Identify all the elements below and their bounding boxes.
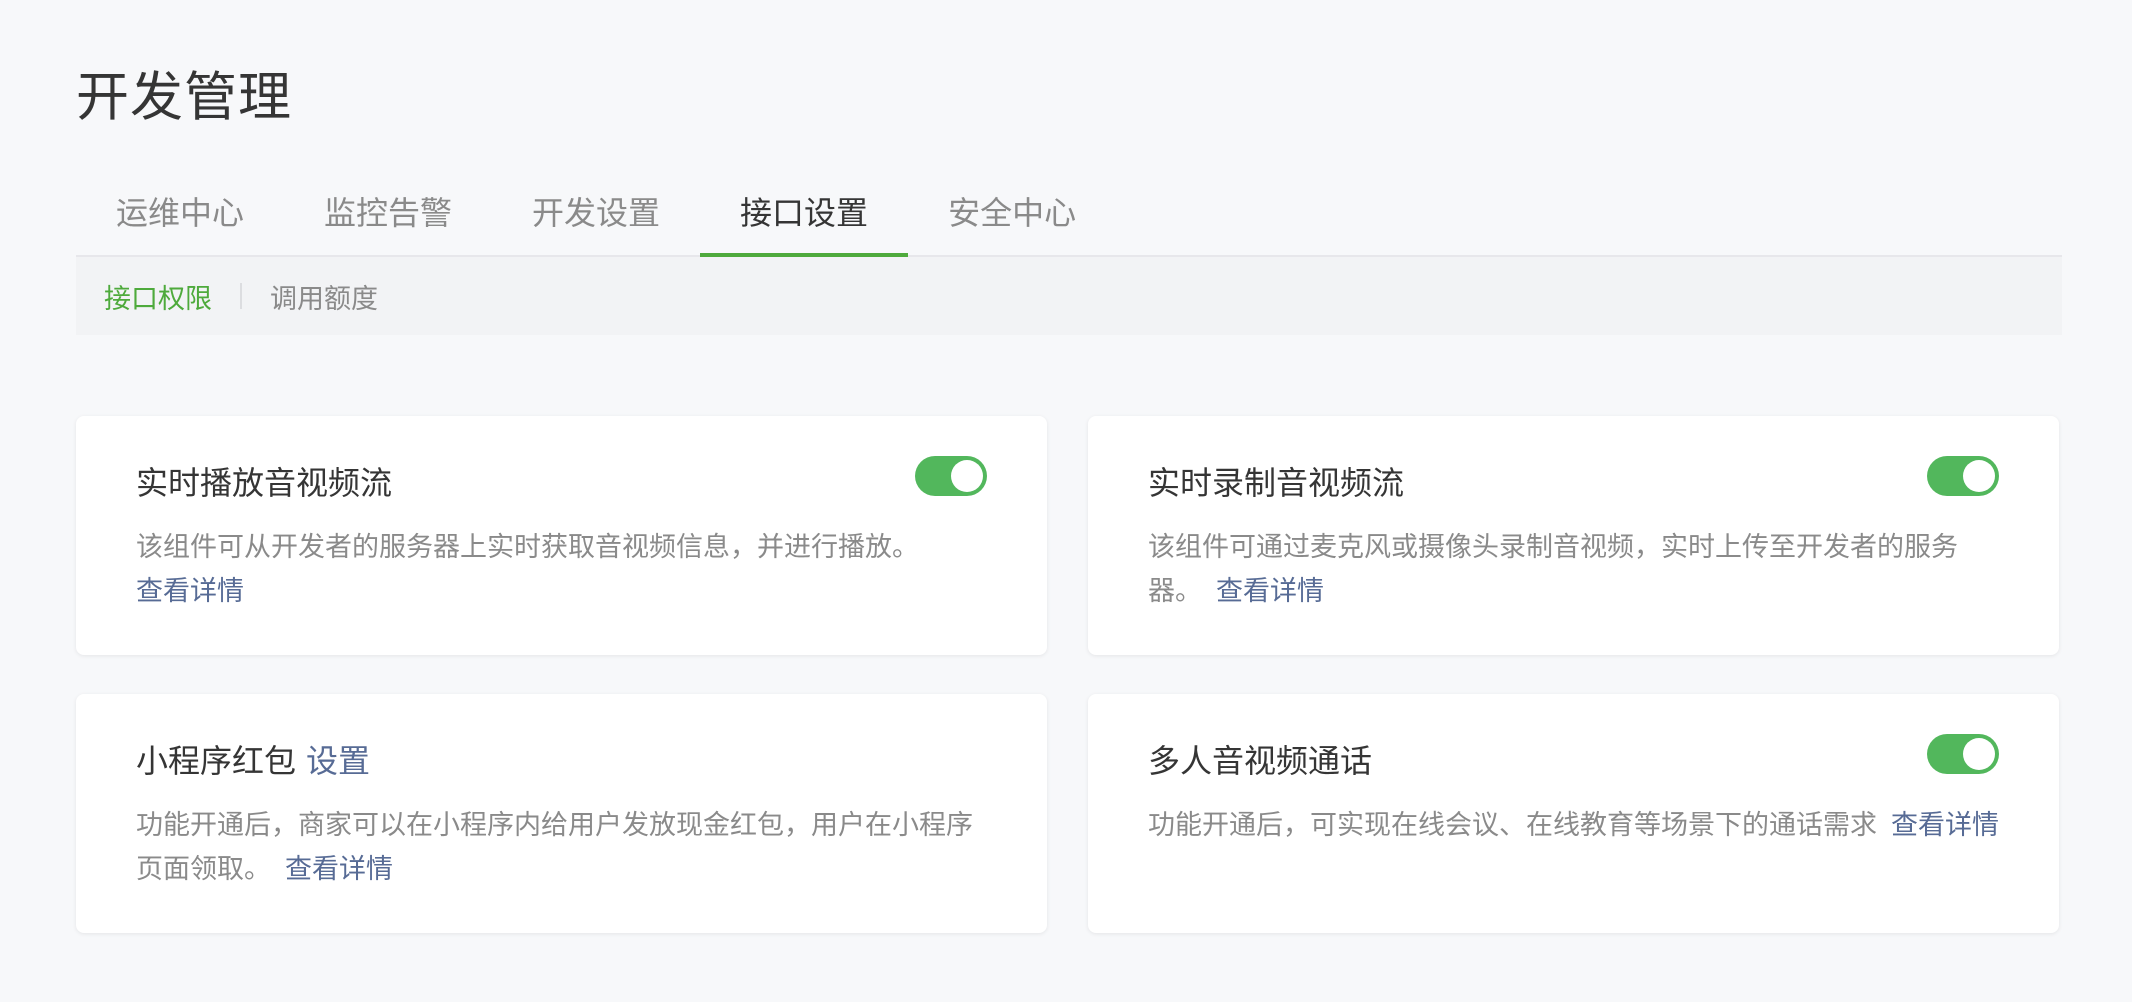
card-title: 多人音视频通话 [1148, 742, 1373, 780]
toggle-knob [1963, 460, 1995, 492]
live-player-toggle[interactable] [915, 456, 987, 496]
view-details-link[interactable]: 查看详情 [285, 854, 393, 885]
subtab-api-permissions[interactable]: 接口权限 [104, 277, 212, 316]
card-description: 该组件可从开发者的服务器上实时获取音视频信息，并进行播放。 查看详情 [136, 526, 987, 614]
card-title: 小程序红包 设置 [136, 738, 370, 784]
page-title: 开发管理 [76, 67, 292, 128]
card-red-packet: 小程序红包 设置 功能开通后，商家可以在小程序内给用户发放现金红包，用户在小程序页… [76, 694, 1047, 933]
card-multi-voip: 多人音视频通话 功能开通后，可实现在线会议、在线教育等场景下的通话需求 查看详情 [1088, 694, 2059, 933]
card-title-text: 小程序红包 [136, 742, 297, 780]
view-details-link[interactable]: 查看详情 [1216, 576, 1324, 607]
multi-voip-toggle[interactable] [1927, 734, 1999, 774]
view-details-link[interactable]: 查看详情 [136, 576, 244, 607]
card-description: 功能开通后，可实现在线会议、在线教育等场景下的通话需求 查看详情 [1148, 804, 1999, 848]
live-pusher-toggle[interactable] [1927, 456, 1999, 496]
sub-tabs: 接口权限 调用额度 [76, 257, 2062, 335]
card-title: 实时录制音视频流 [1148, 464, 1405, 502]
card-description: 该组件可通过麦克风或摄像头录制音视频，实时上传至开发者的服务器。 查看详情 [1148, 526, 1999, 614]
main-tabs: 运维中心 监控告警 开发设置 接口设置 安全中心 [76, 180, 2062, 257]
subtab-call-quota[interactable]: 调用额度 [270, 277, 378, 316]
tab-security-center[interactable]: 安全中心 [908, 180, 1116, 255]
toggle-knob [1963, 738, 1995, 770]
tab-api-settings[interactable]: 接口设置 [700, 180, 909, 257]
tab-dev-settings[interactable]: 开发设置 [492, 180, 700, 255]
subtab-divider [240, 283, 242, 309]
card-description-text: 功能开通后，商家可以在小程序内给用户发放现金红包，用户在小程序页面领取。 [136, 810, 973, 885]
settings-link[interactable]: 设置 [306, 742, 370, 780]
toggle-knob [951, 460, 983, 492]
view-details-link[interactable]: 查看详情 [1891, 810, 1999, 841]
card-description-text: 功能开通后，可实现在线会议、在线教育等场景下的通话需求 [1148, 810, 1877, 841]
card-live-pusher: 实时录制音视频流 该组件可通过麦克风或摄像头录制音视频，实时上传至开发者的服务器… [1088, 416, 2059, 655]
tab-ops-center[interactable]: 运维中心 [76, 180, 284, 255]
card-description-text: 该组件可从开发者的服务器上实时获取音视频信息，并进行播放。 [136, 532, 919, 563]
tab-monitoring-alerts[interactable]: 监控告警 [284, 180, 492, 255]
page: 开发管理 运维中心 监控告警 开发设置 接口设置 安全中心 接口权限 调用额度 … [0, 0, 2132, 1002]
card-description: 功能开通后，商家可以在小程序内给用户发放现金红包，用户在小程序页面领取。 查看详情 [136, 804, 987, 892]
card-title: 实时播放音视频流 [136, 464, 393, 502]
card-live-player: 实时播放音视频流 该组件可从开发者的服务器上实时获取音视频信息，并进行播放。 查看… [76, 416, 1047, 655]
